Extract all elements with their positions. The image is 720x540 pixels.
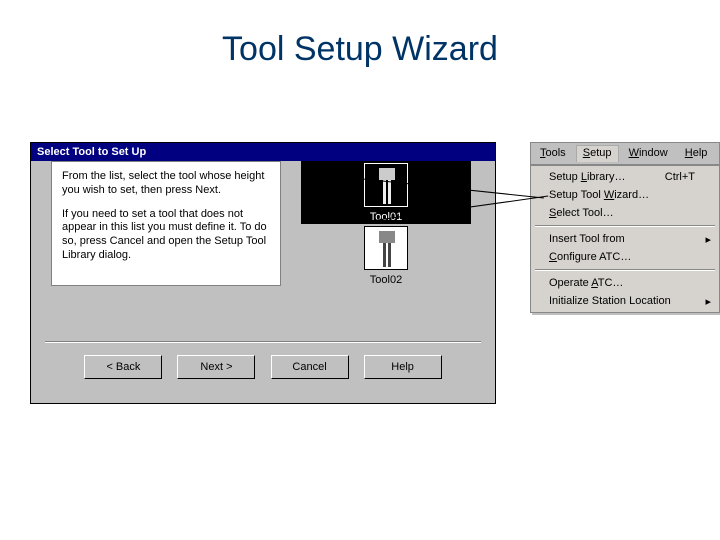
help-button[interactable]: Help — [364, 355, 442, 379]
menu-help[interactable]: Help — [678, 145, 715, 161]
back-button[interactable]: < Back — [84, 355, 162, 379]
menu-tools[interactable]: Tools — [533, 145, 573, 161]
wizard-titlebar: Select Tool to Set Up — [31, 143, 495, 161]
menu-panel: Tools Setup Window Help Setup Library…Ct… — [530, 142, 720, 313]
menu-item-insert-tool-from[interactable]: Insert Tool from▸ — [531, 230, 719, 248]
wizard-instructions: From the list, select the tool whose hei… — [51, 161, 281, 286]
menu-window[interactable]: Window — [622, 145, 675, 161]
wizard-instruction-2: If you need to set a tool that does not … — [62, 208, 270, 263]
menu-setup[interactable]: Setup — [576, 145, 619, 162]
tool-list-item[interactable]: Tool02 — [301, 224, 471, 287]
menu-item-select-tool[interactable]: Select Tool… — [531, 204, 719, 222]
menu-item-operate-atc[interactable]: Operate ATC… — [531, 274, 719, 292]
wizard-button-row: < Back Next > Cancel Help — [31, 355, 495, 379]
separator — [45, 341, 481, 343]
menu-item-configure-atc[interactable]: Configure ATC… — [531, 248, 719, 266]
menu-item-setup-tool-wizard[interactable]: Setup Tool Wizard… — [531, 186, 719, 204]
next-button[interactable]: Next > — [177, 355, 255, 379]
submenu-arrow-icon: ▸ — [705, 295, 711, 308]
wizard-instruction-1: From the list, select the tool whose hei… — [62, 170, 270, 198]
tool-list-item-selected[interactable]: Tool01 — [301, 161, 471, 224]
shortcut: Ctrl+T — [665, 171, 695, 183]
tool-list[interactable]: Tool01 Tool02 — [301, 161, 471, 311]
tool-icon — [364, 163, 408, 207]
menu-item-setup-library[interactable]: Setup Library…Ctrl+T — [531, 168, 719, 186]
submenu-arrow-icon: ▸ — [705, 233, 711, 246]
tool-label: Tool02 — [370, 274, 402, 286]
menu-separator — [535, 269, 715, 271]
slide-title: Tool Setup Wizard — [0, 30, 720, 69]
setup-dropdown: Setup Library…Ctrl+T Setup Tool Wizard… … — [530, 165, 720, 313]
menubar[interactable]: Tools Setup Window Help — [530, 142, 720, 165]
cancel-button[interactable]: Cancel — [271, 355, 349, 379]
tool-icon — [364, 226, 408, 270]
wizard-dialog: Select Tool to Set Up From the list, sel… — [30, 142, 496, 404]
menu-item-initialize-station[interactable]: Initialize Station Location▸ — [531, 292, 719, 310]
menu-separator — [535, 225, 715, 227]
